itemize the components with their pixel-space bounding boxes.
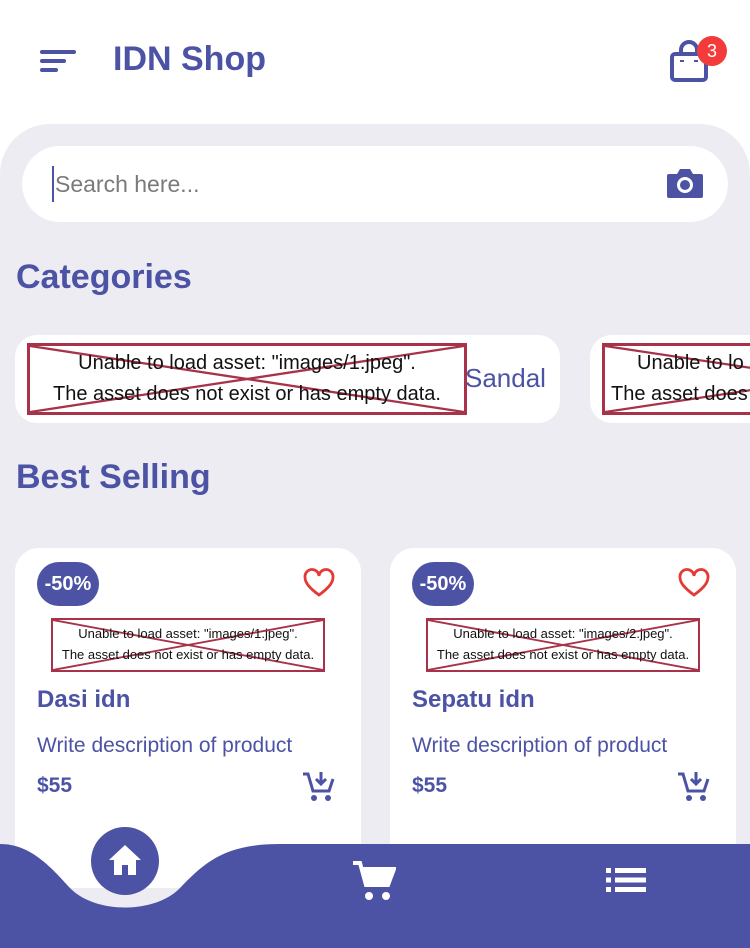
error-text-line2: The asset does not exist or has empty da… <box>61 647 315 662</box>
product-price: $55 <box>412 774 448 797</box>
nav-cart-icon[interactable] <box>352 860 396 902</box>
categories-heading: Categories <box>16 258 192 296</box>
image-load-error: Unable to load asset: "images/2.jpeg". T… <box>426 618 700 672</box>
main-content: Categories Unable to load asset: "images… <box>0 124 750 948</box>
product-name: Sepatu idn <box>412 686 535 713</box>
error-text-line1: Unable to load asset: "images/1.jpeg". <box>78 352 416 374</box>
error-text-line1: Unable to load asset: "images/2.jpeg". <box>453 626 673 641</box>
search-input[interactable] <box>52 166 612 202</box>
image-load-error: Unable to lo The asset does <box>602 343 750 415</box>
product-description: Write description of product <box>37 734 293 757</box>
image-load-error: Unable to load asset: "images/1.jpeg". T… <box>51 618 325 672</box>
app-bar: IDN Shop 3 <box>0 0 750 124</box>
product-price: $55 <box>37 774 73 797</box>
nav-home-button[interactable] <box>91 827 159 895</box>
home-icon <box>109 845 141 875</box>
discount-badge: -50% <box>37 562 99 606</box>
product-description: Write description of product <box>412 734 668 757</box>
error-text-line2: The asset does <box>611 383 748 405</box>
category-card[interactable]: Unable to load asset: "images/1.jpeg". T… <box>15 335 560 423</box>
heart-icon[interactable] <box>303 568 335 598</box>
heart-icon[interactable] <box>678 568 710 598</box>
nav-list-icon[interactable] <box>606 866 646 894</box>
error-text-line2: The asset does not exist or has empty da… <box>53 383 441 405</box>
add-to-cart-icon[interactable] <box>301 770 335 804</box>
categories-list: Unable to load asset: "images/1.jpeg". T… <box>15 335 750 423</box>
menu-icon[interactable] <box>40 48 80 78</box>
category-label: Sandal <box>465 363 546 393</box>
best-selling-heading: Best Selling <box>16 458 211 496</box>
add-to-cart-icon[interactable] <box>676 770 710 804</box>
image-load-error: Unable to load asset: "images/1.jpeg". T… <box>27 343 467 415</box>
app-title: IDN Shop <box>113 40 266 78</box>
camera-icon[interactable] <box>666 166 704 200</box>
search-bar <box>22 146 728 222</box>
error-text-line2: The asset does not exist or has empty da… <box>436 647 690 662</box>
error-text-line1: Unable to load asset: "images/1.jpeg". <box>78 626 298 641</box>
error-text-line1: Unable to lo <box>637 352 744 374</box>
product-name: Dasi idn <box>37 686 131 713</box>
discount-badge: -50% <box>412 562 474 606</box>
cart-count-badge: 3 <box>697 36 727 66</box>
category-card[interactable]: Unable to lo The asset does <box>590 335 750 423</box>
